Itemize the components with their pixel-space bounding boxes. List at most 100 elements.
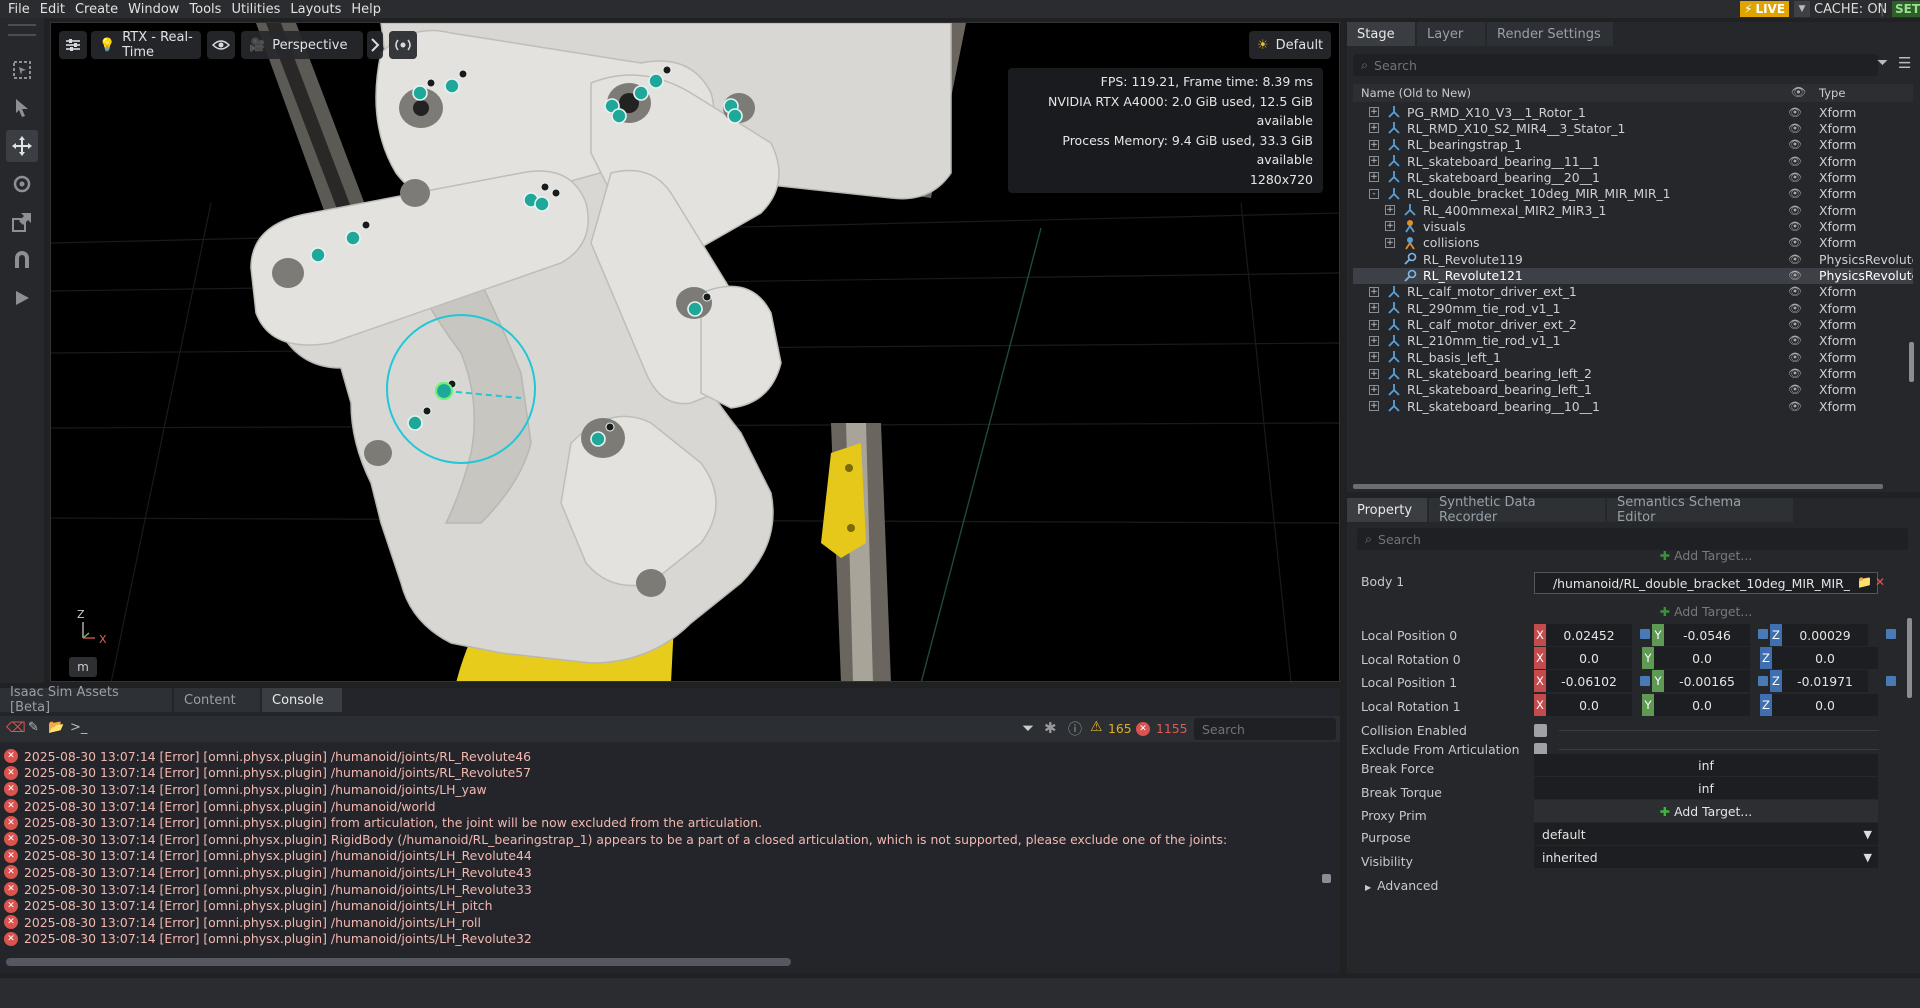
stage-tree-row[interactable]: + RL_skateboard_bearing__20__1 👁 Xform [1353,169,1913,185]
edit-icon[interactable]: ✎ [28,720,39,735]
stage-search-input[interactable]: ⌕ Search [1353,54,1878,76]
log-line[interactable]: ✕ 2025-08-30 13:07:14 [Error] [omni.physx… [0,848,1334,865]
toolbar-grip[interactable] [8,24,36,36]
log-line[interactable]: ✕ 2025-08-30 13:07:14 [Error] [omni.physx… [0,831,1334,848]
property-scroll-thumb[interactable] [1907,618,1912,698]
tab-property[interactable]: Property [1347,498,1427,522]
select-button[interactable] [6,92,38,124]
expand-icon[interactable]: + [1369,139,1379,150]
expand-icon[interactable]: + [1369,335,1379,346]
measure-key-hint[interactable]: m [69,657,97,677]
verbose-icon[interactable]: ✱ [1044,719,1057,737]
log-line[interactable]: ✕ 2025-08-30 13:07:14 [Error] [omni.physx… [0,798,1334,815]
stage-tree-row[interactable]: + RL_RMD_X10_S2_MIR4__3_Stator_1 👁 Xform [1353,120,1913,136]
visibility-eye-icon[interactable]: 👁 [1788,302,1802,315]
break-torque-field[interactable]: inf [1534,777,1878,799]
filter-icon[interactable]: ⏷ [1877,55,1888,71]
expand-icon[interactable]: + [1385,205,1395,216]
renderer-menu[interactable]: 💡 RTX - Real-Time [91,30,201,60]
tab-isaac-sim-assets[interactable]: Isaac Sim Assets [Beta] [0,685,172,715]
visibility-eye-icon[interactable]: 👁 [1788,383,1802,396]
expand-icon[interactable] [1385,254,1395,264]
stage-tree-row[interactable]: + RL_skateboard_bearing_left_1 👁 Xform [1353,382,1913,398]
console-hscrollbar[interactable] [6,958,791,966]
menu-create[interactable]: Create [70,2,123,17]
stage-scroll-thumb[interactable] [1909,342,1914,382]
tab-synthetic-data-recorder[interactable]: Synthetic Data Recorder [1429,495,1605,525]
expand-icon[interactable]: + [1369,401,1379,412]
stage-tree-row[interactable]: + RL_210mm_tie_rod_v1_1 👁 Xform [1353,333,1913,349]
collapse-icon[interactable]: - [1369,188,1379,199]
menu-help[interactable]: Help [346,2,386,17]
stage-tree-row[interactable]: + RL_skateboard_bearing__10__1 👁 Xform [1353,398,1913,414]
expand-icon[interactable]: + [1385,221,1395,232]
expand-icon[interactable]: + [1385,237,1395,248]
expand-toolbar-button[interactable] [367,31,383,59]
visibility-eye-icon[interactable]: 👁 [1788,318,1802,331]
menu-layouts[interactable]: Layouts [285,2,346,17]
local-rotation-1-z[interactable]: 0.0 [1772,694,1878,716]
filter-icon[interactable]: ⏷ [1022,719,1034,737]
stage-tree-row[interactable]: + RL_skateboard_bearing_left_2 👁 Xform [1353,366,1913,382]
tab-render-settings[interactable]: Render Settings [1487,22,1613,46]
info-icon[interactable]: ⓘ [1068,719,1082,739]
log-line[interactable]: ✕ 2025-08-30 13:07:14 [Error] [omni.physx… [0,931,1334,948]
expand-icon[interactable]: + [1369,368,1379,379]
visibility-eye-icon[interactable]: 👁 [1788,204,1802,217]
viewport[interactable]: 💡 RTX - Real-Time 🎥 Perspective ☀ Defaul… [50,22,1340,682]
visibility-eye-icon[interactable]: 👁 [1788,187,1802,200]
log-line[interactable]: ✕ 2025-08-30 13:07:14 [Error] [omni.physx… [0,897,1334,914]
stage-hscrollbar[interactable] [1353,484,1883,489]
tab-content[interactable]: Content [174,688,260,712]
live-button[interactable]: ⚡ LIVE [1740,1,1790,17]
stage-tree-row[interactable]: + RL_calf_motor_driver_ext_1 👁 Xform [1353,284,1913,300]
visibility-eye-icon[interactable]: 👁 [1788,220,1802,233]
proxy-add-target-button[interactable]: ✚ Add Target... [1534,800,1878,822]
stage-tree-row[interactable]: + RL_skateboard_bearing__11__1 👁 Xform [1353,153,1913,169]
stage-tree-row[interactable]: + visuals 👁 Xform [1353,218,1913,234]
log-line[interactable]: ✕ 2025-08-30 13:07:14 [Error] [omni.physx… [0,814,1334,831]
expand-icon[interactable]: + [1369,107,1379,117]
keyframe-icon[interactable] [1886,676,1896,686]
log-line[interactable]: ✕ 2025-08-30 13:07:14 [Error] [omni.physx… [0,914,1334,931]
viewport-settings-button[interactable] [59,31,87,59]
menu-window[interactable]: Window [123,2,184,17]
select-box-button[interactable] [6,54,38,86]
stage-tree-row[interactable]: + collisions 👁 Xform [1353,235,1913,251]
console-scroll-thumb[interactable] [1322,874,1331,883]
folder-icon[interactable]: 📁 [1857,575,1872,589]
log-line[interactable]: ✕ 2025-08-30 13:07:14 [Error] [omni.physx… [0,781,1334,798]
expand-icon[interactable]: + [1369,384,1379,395]
warning-icon[interactable]: ⚠ [1090,719,1103,735]
scale-button[interactable] [6,206,38,238]
property-search-input[interactable]: ⌕ Search [1357,528,1908,550]
column-name-header[interactable]: Name (Old to New) [1361,86,1471,100]
play-button[interactable] [6,282,38,314]
command-prompt-icon[interactable]: >_ [70,720,87,735]
tab-stage[interactable]: Stage [1347,22,1415,46]
add-target-body1[interactable]: ✚ Add Target... [1534,600,1878,622]
local-rotation-0-y[interactable]: 0.0 [1654,647,1750,669]
keyframe-icon[interactable] [1640,629,1650,639]
visibility-eye-icon[interactable]: 👁 [1788,334,1802,347]
local-position-0-y[interactable]: -0.0546 [1664,624,1750,646]
visibility-eye-icon[interactable]: 👁 [1788,138,1802,151]
stage-tree-row[interactable]: + RL_basis_left_1 👁 Xform [1353,349,1913,365]
expand-icon[interactable]: + [1369,286,1379,297]
visibility-eye-icon[interactable]: 👁 [1788,400,1802,413]
keyframe-icon[interactable] [1758,676,1768,686]
local-position-1-z[interactable]: -0.01971 [1782,670,1868,692]
local-rotation-0-x[interactable]: 0.0 [1546,647,1632,669]
local-rotation-1-x[interactable]: 0.0 [1546,694,1632,716]
stage-tree-row[interactable]: + PG_RMD_X10_V3__1_Rotor_1 👁 Xform [1353,104,1913,120]
advanced-section-toggle[interactable]: ▶ Advanced [1365,878,1438,893]
stage-tree-row[interactable]: + RL_290mm_tie_rod_v1_1 👁 Xform [1353,300,1913,316]
clear-console-icon[interactable]: ⌫ [6,720,26,736]
expand-icon[interactable]: + [1369,352,1379,363]
purpose-select[interactable]: default ▼ [1534,823,1878,845]
keyframe-icon[interactable] [1640,676,1650,686]
visibility-select[interactable]: inherited ▼ [1534,846,1878,868]
visibility-eye-icon[interactable]: 👁 [1788,351,1802,364]
visibility-eye-icon[interactable]: 👁 [1788,285,1802,298]
visibility-eye-icon[interactable]: 👁 [1788,171,1802,184]
